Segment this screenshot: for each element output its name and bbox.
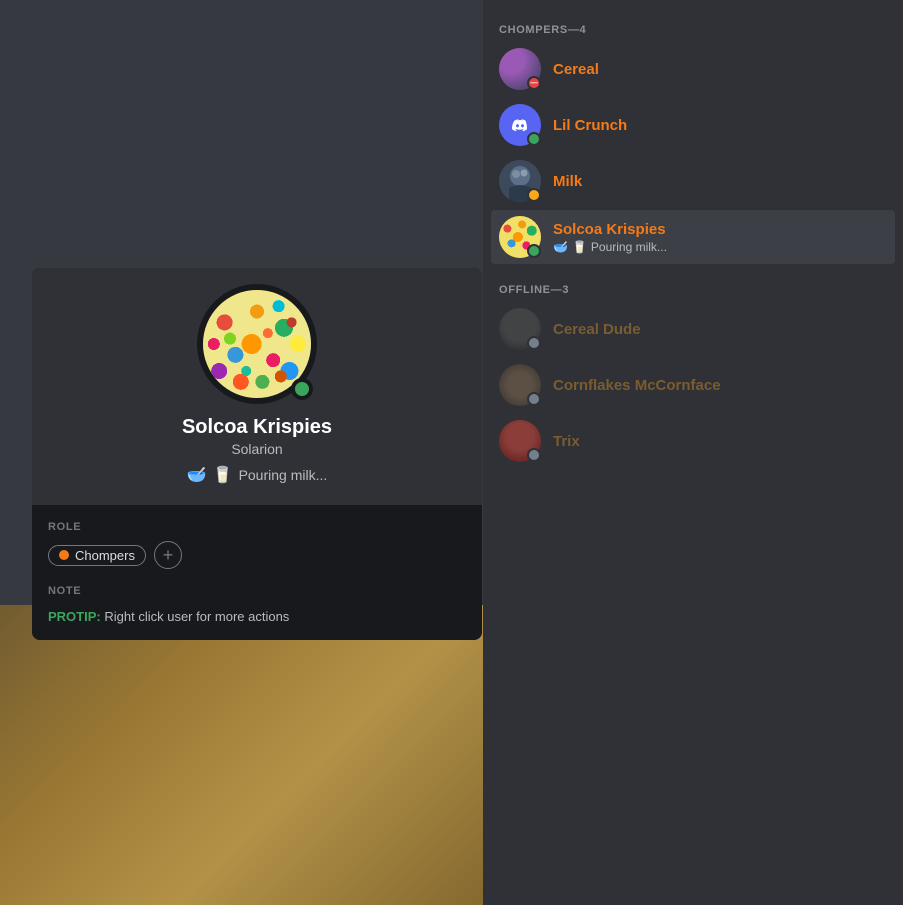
member-avatar-wrap-cereal-dude <box>499 308 541 350</box>
add-role-icon: + <box>163 545 174 566</box>
member-avatar-wrap-cereal: — <box>499 48 541 90</box>
member-item-milk[interactable]: Milk <box>491 154 895 208</box>
protip-label: PROTIP: <box>48 609 101 624</box>
activity-text: Pouring milk... <box>591 240 667 254</box>
solcoa-status-dot <box>527 244 541 258</box>
profile-subtitle: Solarion <box>231 441 282 457</box>
protip-text: PROTIP: Right click user for more action… <box>48 609 466 624</box>
background-image <box>0 605 490 905</box>
member-info-solcoa: Solcoa Krispies 🥣 🥛 Pouring milk... <box>553 221 887 254</box>
status-text: Pouring milk... <box>239 467 328 483</box>
role-color-dot <box>59 550 69 560</box>
member-avatar-wrap-lil-crunch <box>499 104 541 146</box>
member-info-cornflakes: Cornflakes McCornface <box>553 377 887 394</box>
role-row: Chompers + <box>48 541 466 569</box>
member-info-trix: Trix <box>553 433 887 450</box>
lil-crunch-status-dot <box>527 132 541 146</box>
profile-card-header: Solcoa Krispies Solarion 🥣 🥛 Pouring mil… <box>32 268 482 505</box>
member-avatar-wrap-solcoa <box>499 216 541 258</box>
member-name-milk: Milk <box>553 173 887 190</box>
protip-description: Right click user for more actions <box>104 609 289 624</box>
profile-card-body: ROLE Chompers + NOTE PROTIP: Right click… <box>32 505 482 640</box>
member-name-trix: Trix <box>553 433 887 450</box>
milk-status-dot <box>527 188 541 202</box>
member-list-panel: CHOMPERS—4 — Cereal <box>483 0 903 905</box>
cereal-dude-status-dot <box>527 336 541 350</box>
status-emoji-2: 🥛 <box>213 465 233 485</box>
category-header-online: CHOMPERS—4 <box>491 16 895 40</box>
status-emoji-1: 🥣 <box>187 465 207 485</box>
member-item-trix[interactable]: Trix <box>491 414 895 468</box>
member-activity-solcoa: 🥣 🥛 Pouring milk... <box>553 240 887 254</box>
category-header-offline: OFFLINE—3 <box>491 276 895 300</box>
member-avatar-wrap-milk <box>499 160 541 202</box>
profile-username: Solcoa Krispies <box>182 416 332 439</box>
member-item-cereal-dude[interactable]: Cereal Dude <box>491 302 895 356</box>
member-name-cereal-dude: Cereal Dude <box>553 321 887 338</box>
role-badge-chompers[interactable]: Chompers <box>48 545 146 566</box>
add-role-button[interactable]: + <box>154 541 182 569</box>
profile-status: 🥣 🥛 Pouring milk... <box>187 465 328 485</box>
note-section-label: NOTE <box>48 585 466 597</box>
profile-card: Solcoa Krispies Solarion 🥣 🥛 Pouring mil… <box>32 268 482 640</box>
member-info-lil-crunch: Lil Crunch <box>553 117 887 134</box>
profile-avatar-wrapper <box>197 284 317 404</box>
online-status-badge <box>291 378 313 400</box>
member-name-cornflakes: Cornflakes McCornface <box>553 377 887 394</box>
member-avatar-wrap-cornflakes <box>499 364 541 406</box>
member-item-lil-crunch[interactable]: Lil Crunch <box>491 98 895 152</box>
cereal-status-dot: — <box>527 76 541 90</box>
trix-status-dot <box>527 448 541 462</box>
member-info-milk: Milk <box>553 173 887 190</box>
member-info-cereal-dude: Cereal Dude <box>553 321 887 338</box>
note-section: NOTE <box>48 585 466 597</box>
cornflakes-status-dot <box>527 392 541 406</box>
activity-emoji-1: 🥣 <box>553 240 568 254</box>
member-avatar-wrap-trix <box>499 420 541 462</box>
member-info-cereal: Cereal <box>553 61 887 78</box>
member-item-cornflakes[interactable]: Cornflakes McCornface <box>491 358 895 412</box>
role-section-label: ROLE <box>48 521 466 533</box>
member-item-solcoa-krispies[interactable]: Solcoa Krispies 🥣 🥛 Pouring milk... <box>491 210 895 264</box>
member-name-solcoa: Solcoa Krispies <box>553 221 887 238</box>
member-name-cereal: Cereal <box>553 61 887 78</box>
role-badge-label: Chompers <box>75 548 135 563</box>
member-item-cereal[interactable]: — Cereal <box>491 42 895 96</box>
member-name-lil-crunch: Lil Crunch <box>553 117 887 134</box>
activity-emoji-2: 🥛 <box>572 240 587 254</box>
